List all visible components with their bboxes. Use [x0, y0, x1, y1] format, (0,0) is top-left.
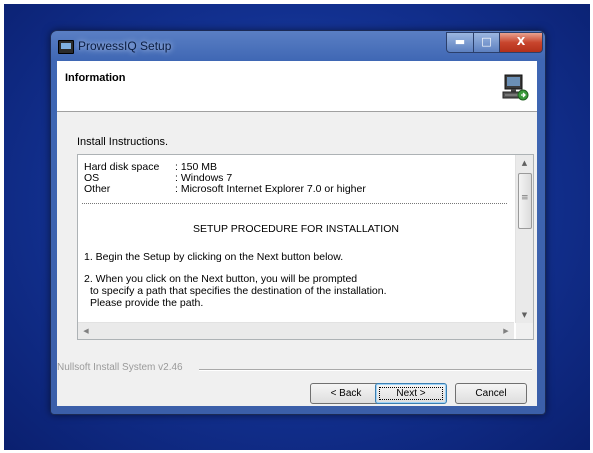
- instructions-content: Hard disk space : 150 MB OS : Windows 7 …: [78, 155, 514, 323]
- scroll-right-arrow-icon[interactable]: ▶: [498, 323, 514, 339]
- step-two-line3: Please provide the path.: [90, 297, 204, 309]
- scrollbar-corner: [516, 323, 533, 339]
- header-panel: Information: [57, 61, 537, 112]
- vertical-scroll-thumb[interactable]: [518, 173, 532, 229]
- focus-rectangle: [379, 387, 443, 400]
- step-one-text: 1. Begin the Setup by clicking on the Ne…: [84, 251, 344, 263]
- maximize-button[interactable]: □: [473, 32, 500, 53]
- minimize-button[interactable]: ▬: [446, 32, 474, 53]
- horizontal-scrollbar[interactable]: ◀ ▶: [78, 322, 514, 339]
- page-title: Information: [65, 72, 126, 84]
- requirement-key: Other: [84, 183, 111, 195]
- desktop-border-left: [0, 0, 4, 453]
- vertical-scrollbar[interactable]: ▲ ▼: [515, 155, 533, 323]
- requirement-value: : Microsoft Internet Explorer 7.0 or hig…: [175, 183, 366, 195]
- next-button[interactable]: Next >: [375, 383, 447, 404]
- scroll-left-arrow-icon[interactable]: ◀: [78, 323, 94, 339]
- app-window-icon[interactable]: [58, 40, 74, 54]
- step-two-line2: to specify a path that specifies the des…: [90, 285, 387, 297]
- computer-install-icon: [502, 74, 529, 101]
- back-button[interactable]: < Back: [310, 383, 382, 404]
- scroll-down-arrow-icon[interactable]: ▼: [516, 307, 533, 323]
- scroll-up-arrow-icon[interactable]: ▲: [516, 155, 533, 171]
- setup-window: ProwessIQ Setup ▬ □ X Information Instal…: [50, 30, 546, 415]
- procedure-title: SETUP PROCEDURE FOR INSTALLATION: [193, 223, 399, 235]
- instructions-label: Install Instructions.: [77, 136, 169, 148]
- title-bar[interactable]: ProwessIQ Setup ▬ □ X: [51, 31, 545, 61]
- desktop-border-top: [0, 0, 593, 4]
- separator-line: [82, 203, 507, 204]
- window-title: ProwessIQ Setup: [78, 39, 172, 53]
- installer-branding: Nullsoft Install System v2.46: [57, 362, 183, 373]
- footer-divider: [199, 369, 532, 371]
- close-button[interactable]: X: [499, 32, 543, 53]
- step-two-line1: 2. When you click on the Next button, yo…: [84, 273, 358, 285]
- instructions-textbox[interactable]: Hard disk space : 150 MB OS : Windows 7 …: [77, 154, 534, 340]
- cancel-button[interactable]: Cancel: [455, 383, 527, 404]
- dialog-client-area: Information Install Instructions. Hard d…: [57, 61, 537, 406]
